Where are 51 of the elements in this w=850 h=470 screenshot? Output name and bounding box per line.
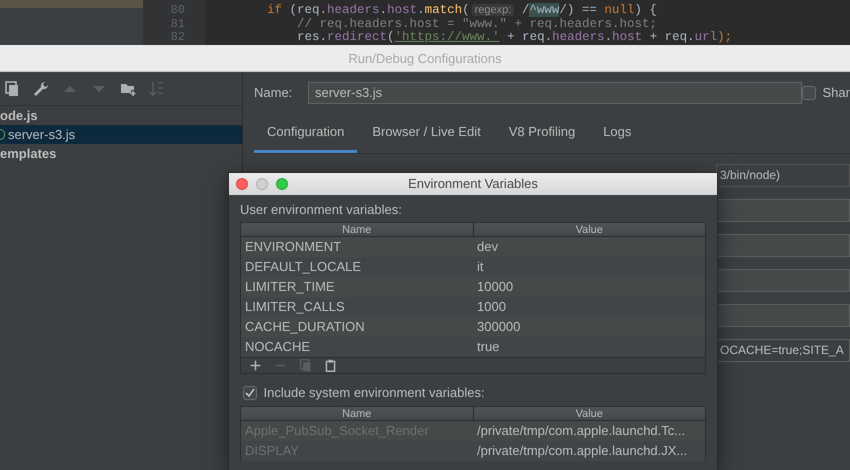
column-header: Value	[574, 407, 604, 420]
table-cell-text: CACHE_DURATION	[244, 318, 366, 336]
table-cell-text: NOCACHE	[244, 338, 312, 356]
name-field[interactable]: server-s3.js	[308, 82, 802, 104]
table-cell-text: 1000	[476, 298, 507, 316]
table-cell-text: it	[476, 258, 484, 276]
tree-item[interactable]: server-s3.js	[0, 125, 242, 144]
wrench-icon[interactable]	[33, 80, 49, 96]
dialog-title: Environment Variables	[408, 176, 538, 191]
tree-item[interactable]: ode.js	[0, 106, 242, 125]
text-field[interactable]	[716, 268, 850, 292]
table-cell-text: dev	[476, 238, 499, 256]
text-field[interactable]	[716, 304, 850, 326]
text-field[interactable]	[716, 198, 850, 222]
table-cell-text: LIMITER_CALLS	[244, 298, 346, 316]
tab[interactable]: V8 Profiling	[496, 118, 588, 152]
tab[interactable]: Logs	[590, 118, 644, 152]
table-cell-text: 10000	[476, 278, 514, 296]
minimize-button[interactable]	[256, 178, 268, 190]
zoom-button[interactable]	[276, 178, 288, 190]
section-label: User environment variables:	[240, 202, 402, 218]
table-cell-text: true	[476, 338, 500, 356]
code-line: res.redirect('https://www.' + req.headers.host + req.url);	[296, 31, 732, 44]
include-system-checkbox[interactable]	[243, 386, 257, 400]
table-cell-text: /private/tmp/com.apple.launchd.JX...	[476, 442, 688, 460]
environment-field[interactable]: OCACHE=true;SITE_A	[716, 338, 850, 362]
code-line: if (req.headers.host.match( regexp: /^www/) == null) {	[267, 4, 658, 18]
table-cell-text: LIMITER_TIME	[244, 278, 336, 296]
clipboard-icon[interactable]	[324, 359, 337, 372]
interpreter-field[interactable]: 3/bin/node)	[716, 164, 850, 186]
share-checkbox[interactable]	[802, 86, 816, 100]
table-cell-text: 300000	[476, 318, 522, 336]
tab[interactable]: Configuration	[254, 118, 358, 152]
name-label: Name:	[254, 84, 294, 102]
text-field[interactable]	[716, 234, 850, 256]
code-line: // req.headers.host = "www." + req.headers.host;	[296, 18, 658, 31]
table-cell-text: ENVIRONMENT	[244, 238, 342, 256]
column-header: Value	[574, 223, 604, 236]
table-cell-text: /private/tmp/com.apple.launchd.Tc...	[476, 422, 686, 440]
window-title: Run/Debug Configurations	[0, 45, 850, 72]
table-cell-text: DEFAULT_LOCALE	[244, 258, 362, 276]
node-icon	[0, 129, 5, 140]
plus-icon[interactable]	[249, 359, 262, 372]
copy-icon[interactable]	[4, 80, 20, 96]
column-header: Name	[241, 407, 474, 420]
column-header: Name	[241, 223, 474, 236]
checkbox-label: Include system environment variables:	[264, 384, 485, 402]
close-button[interactable]	[236, 178, 248, 190]
share-label: Shar	[822, 84, 850, 102]
tab[interactable]: Browser / Live Edit	[359, 118, 494, 152]
tree-item[interactable]: emplates	[0, 144, 242, 163]
